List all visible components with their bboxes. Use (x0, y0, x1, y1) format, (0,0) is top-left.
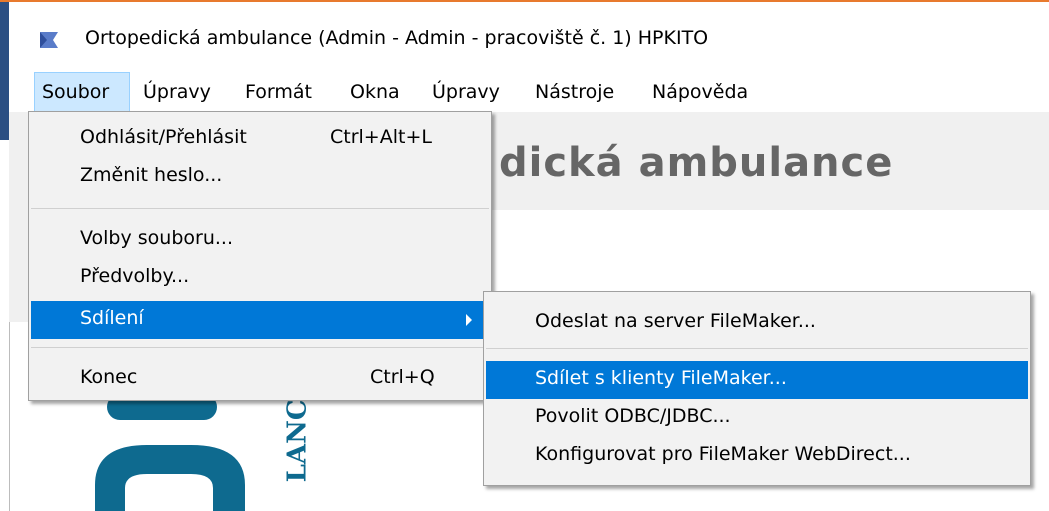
file-menu-dropdown: Odhlásit/Přehlásit Ctrl+Alt+L Změnit hes… (28, 111, 492, 401)
menu-napoveda[interactable]: Nápověda (652, 72, 748, 112)
menu-item-label: Konfigurovat pro FileMaker WebDirect... (535, 443, 911, 465)
menu-item-quit[interactable]: Konec Ctrl+Q (31, 360, 489, 398)
menu-item-shortcut: Ctrl+Q (370, 366, 435, 388)
menu-item-configure-webdirect[interactable]: Konfigurovat pro FileMaker WebDirect... (486, 437, 1028, 475)
menu-format[interactable]: Formát (245, 72, 312, 112)
menu-item-change-password[interactable]: Změnit heslo... (31, 158, 489, 196)
sharing-submenu: Odeslat na server FileMaker... Sdílet s … (483, 291, 1031, 486)
menu-item-share-with-clients[interactable]: Sdílet s klienty FileMaker... (486, 361, 1028, 399)
filemaker-app-icon[interactable] (38, 29, 60, 51)
layout-header-text: dická ambulance (499, 140, 894, 186)
desktop-background (0, 2, 9, 140)
menu-separator (486, 348, 1028, 349)
menu-item-enable-odbc-jdbc[interactable]: Povolit ODBC/JDBC... (486, 399, 1028, 437)
menu-item-shortcut: Ctrl+Alt+L (330, 126, 432, 148)
menu-item-file-options[interactable]: Volby souboru... (31, 221, 489, 259)
menu-item-label: Sdílení (80, 307, 144, 329)
window-title: Ortopedická ambulance (Admin - Admin - p… (85, 27, 709, 49)
menu-item-logout[interactable]: Odhlásit/Přehlásit Ctrl+Alt+L (31, 120, 489, 158)
menu-item-label: Předvolby... (80, 265, 190, 287)
menu-item-preferences[interactable]: Předvolby... (31, 259, 489, 297)
menu-item-label: Sdílet s klienty FileMaker... (535, 367, 787, 389)
logo-graphic (95, 394, 245, 511)
menu-upravy-2[interactable]: Úpravy (432, 72, 500, 112)
menu-item-label: Volby souboru... (80, 227, 233, 249)
menu-item-label: Konec (80, 366, 138, 388)
menu-soubor[interactable]: Soubor (34, 72, 130, 112)
menu-item-label: Odhlásit/Přehlásit (80, 126, 247, 148)
submenu-arrow-icon (466, 314, 472, 326)
menu-okna[interactable]: Okna (350, 72, 400, 112)
menu-item-label: Změnit heslo... (80, 164, 223, 186)
menu-separator (31, 208, 489, 209)
menu-item-label: Odeslat na server FileMaker... (535, 310, 816, 332)
menu-nastroje[interactable]: Nástroje (535, 72, 614, 112)
menu-separator (31, 347, 489, 348)
menu-item-sharing[interactable]: Sdílení (31, 301, 489, 339)
menu-item-label: Povolit ODBC/JDBC... (535, 405, 731, 427)
menu-item-upload-to-server[interactable]: Odeslat na server FileMaker... (486, 304, 1028, 342)
menu-upravy[interactable]: Úpravy (143, 72, 211, 112)
